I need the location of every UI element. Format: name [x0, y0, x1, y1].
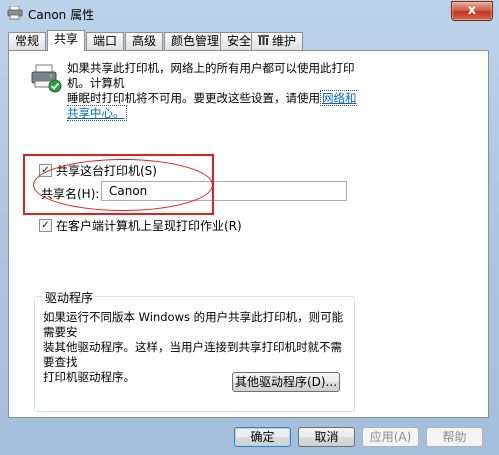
window-title: Canon 属性 — [28, 8, 95, 22]
close-button[interactable]: x — [451, 1, 493, 21]
drivers-text-line1: 如果运行不同版本 Windows 的用户共享此打印机，则可能需要安 — [43, 310, 344, 339]
drivers-group: 驱动程序 如果运行不同版本 Windows 的用户共享此打印机，则可能需要安 装… — [34, 289, 355, 412]
additional-drivers-button[interactable]: 其他驱动程序(D)... — [232, 372, 340, 392]
sharing-info-line2-row: 睡眠时打印机将不可用。要更改这些设置，请使用 网络和共享中心。 — [67, 90, 367, 121]
tab-ports[interactable]: 端口 — [86, 32, 125, 50]
tab-maintenance-label: 维护 — [272, 34, 297, 48]
tab-advanced[interactable]: 高级 — [125, 32, 164, 50]
render-jobs-row[interactable]: ✓ 在客户端计算机上呈现打印作业(R) — [39, 217, 242, 234]
render-jobs-checkbox[interactable]: ✓ — [39, 219, 52, 232]
drivers-text-line2: 装其他驱动程序。这样，当用户连接到共享打印机时就不需要查找 — [43, 340, 342, 369]
sharing-info-line2: 睡眠时打印机将不可用。要更改这些设置，请使用 — [67, 91, 320, 105]
red-highlight-ellipse — [33, 159, 213, 211]
printer-properties-dialog: Canon 属性 x 常规 共享 端口 高级 颜色管理 安全 维护 如果共享此打… — [0, 0, 499, 455]
tab-maintenance[interactable]: 维护 — [251, 32, 304, 50]
tab-sharing[interactable]: 共享 — [47, 30, 86, 51]
sharing-info-line1: 如果共享此打印机，网络上的所有用户都可以使用此打印机。计算机 — [67, 61, 355, 90]
sharing-info-text: 如果共享此打印机，网络上的所有用户都可以使用此打印机。计算机 睡眠时打印机将不可… — [67, 61, 367, 121]
cancel-button[interactable]: 取消 — [298, 427, 355, 447]
maintenance-icon — [258, 34, 269, 45]
tab-color-management[interactable]: 颜色管理 — [164, 32, 227, 50]
ok-button[interactable]: 确定 — [234, 427, 291, 447]
render-jobs-label: 在客户端计算机上呈现打印作业(R) — [56, 219, 242, 233]
sharing-panel: 如果共享此打印机，网络上的所有用户都可以使用此打印机。计算机 睡眠时打印机将不可… — [8, 50, 489, 418]
tab-general[interactable]: 常规 — [8, 32, 47, 50]
printer-icon — [7, 5, 23, 20]
shared-printer-icon — [29, 63, 63, 93]
title-bar: Canon 属性 x — [0, 0, 499, 26]
help-button[interactable]: 帮助 — [426, 427, 483, 447]
apply-button[interactable]: 应用(A) — [362, 427, 419, 447]
drivers-group-title: 驱动程序 — [43, 289, 96, 306]
